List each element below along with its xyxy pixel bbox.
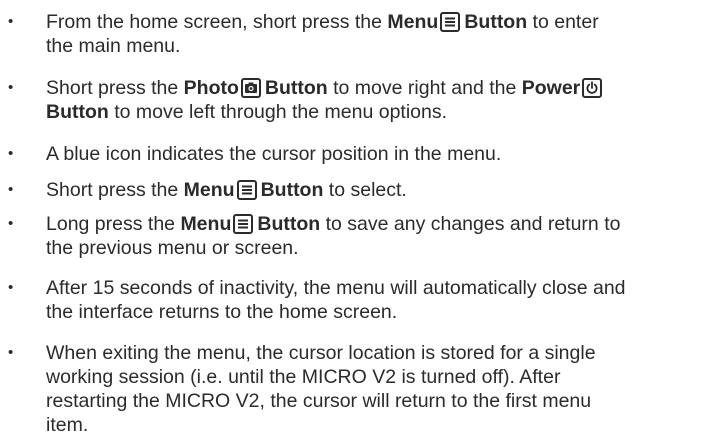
text-span: Long press the <box>46 213 181 235</box>
list-item-text: After 15 seconds of inactivity, the menu… <box>46 276 718 324</box>
text-span: the interface returns to the home screen… <box>46 301 398 323</box>
bullet-marker: • <box>8 279 14 296</box>
text-span: working session (i.e. until the MICRO V2… <box>46 366 561 388</box>
text-line: After 15 seconds of inactivity, the menu… <box>46 276 718 300</box>
bold-text: Menu <box>180 213 232 235</box>
text-span: to save any changes and return to <box>320 213 621 235</box>
text-span: From the home screen, short press the <box>46 11 388 33</box>
text-line: Button to move left through the menu opt… <box>46 100 718 124</box>
bullet-marker: • <box>8 13 14 30</box>
text-line: When exiting the menu, the cursor locati… <box>46 341 718 365</box>
menu-icon <box>236 180 257 200</box>
bullet-marker: • <box>8 79 14 96</box>
instruction-list: • From the home screen, short press the M… <box>0 0 724 439</box>
menu-icon <box>233 214 254 234</box>
bold-text: Button <box>257 213 321 235</box>
bold-text: Menu <box>387 11 439 33</box>
text-line: Long press the Menu Button to save any ch… <box>46 212 718 236</box>
list-item-text: From the home screen, short press the Me… <box>46 10 718 58</box>
list-item-text: A blue icon indicates the cursor positio… <box>46 142 718 166</box>
text-line: From the home screen, short press the Me… <box>46 10 718 34</box>
list-item-text: When exiting the menu, the cursor locati… <box>46 341 718 437</box>
text-span: A blue icon indicates the cursor positio… <box>46 143 502 165</box>
bold-text: Button <box>46 101 109 123</box>
power-icon <box>582 78 603 98</box>
list-item-text: Short press the Photo Button to move righ… <box>46 76 718 124</box>
text-line: the main menu. <box>46 34 718 58</box>
text-line: restarting the MICRO V2, the cursor will… <box>46 389 718 413</box>
list-item-text: Short press the Menu Button to select. <box>46 178 718 202</box>
text-span: Short press the <box>46 77 184 99</box>
text-span: to move right and the <box>327 77 522 99</box>
text-line: A blue icon indicates the cursor positio… <box>46 142 718 166</box>
bullet-marker: • <box>8 145 14 162</box>
bullet-marker: • <box>8 344 14 361</box>
text-span: item. <box>46 414 89 436</box>
text-line: the previous menu or screen. <box>46 236 718 260</box>
text-span: to select. <box>323 179 407 201</box>
bold-text: Power <box>521 77 581 99</box>
text-line: the interface returns to the home screen… <box>46 300 718 324</box>
text-span: to enter <box>527 11 599 33</box>
list-item-text: Long press the Menu Button to save any ch… <box>46 212 718 260</box>
menu-icon <box>440 12 461 32</box>
text-line: working session (i.e. until the MICRO V2… <box>46 365 718 389</box>
camera-icon <box>240 78 261 98</box>
bullet-marker: • <box>8 181 14 198</box>
bold-text: Photo <box>183 77 239 99</box>
text-span: restarting the MICRO V2, the cursor will… <box>46 390 592 412</box>
text-span: the previous menu or screen. <box>46 237 299 259</box>
bold-text: Button <box>264 77 328 99</box>
text-line: item. <box>46 413 718 437</box>
text-span: to move left through the menu options. <box>108 101 448 123</box>
bold-text: Button <box>464 11 528 33</box>
text-span: After 15 seconds of inactivity, the menu… <box>46 277 626 299</box>
text-line: Short press the Menu Button to select. <box>46 178 718 202</box>
bold-text: Menu <box>183 179 235 201</box>
text-span: When exiting the menu, the cursor locati… <box>46 342 596 364</box>
text-span: the main menu. <box>46 35 181 57</box>
text-span: Short press the <box>46 179 184 201</box>
bold-text: Button <box>260 179 324 201</box>
bullet-marker: • <box>8 215 14 232</box>
text-line: Short press the Photo Button to move righ… <box>46 76 718 100</box>
